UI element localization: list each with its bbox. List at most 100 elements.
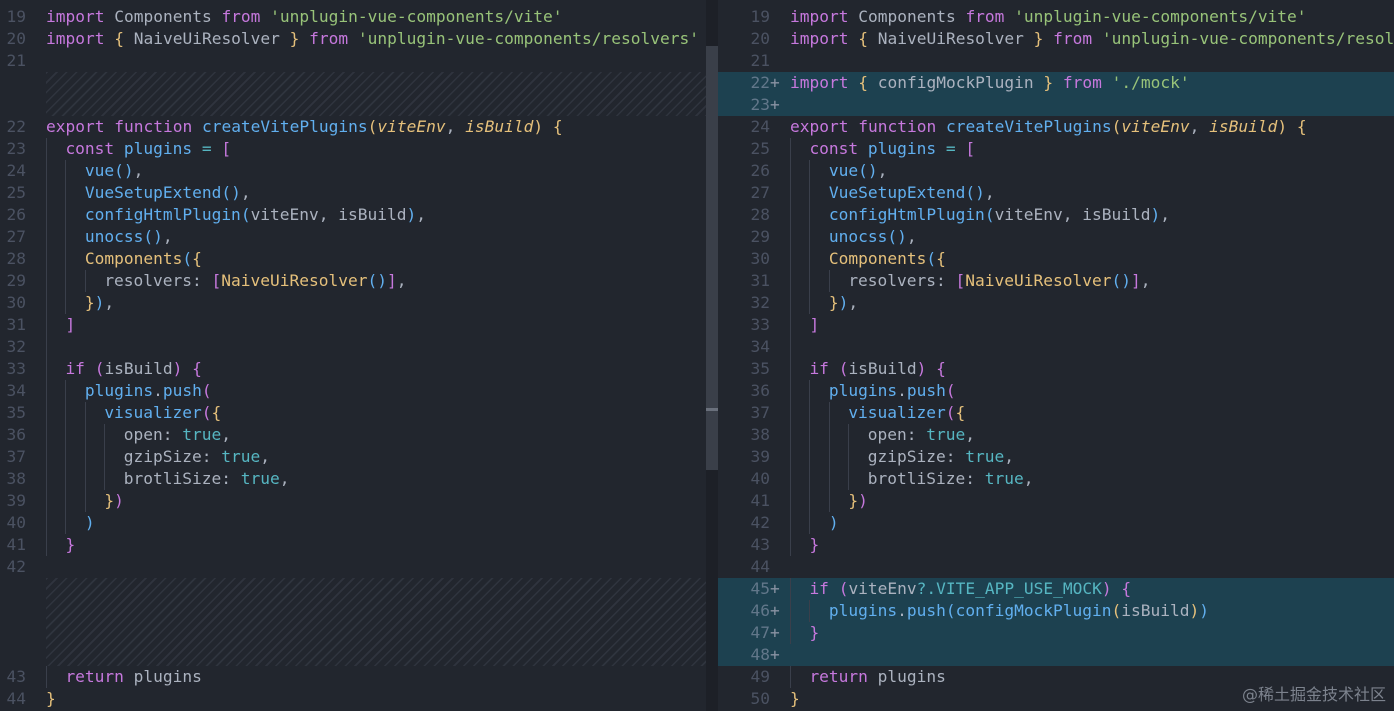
code-text: open: true,: [868, 424, 975, 446]
code-token: export: [46, 117, 105, 136]
code-token: {: [858, 29, 868, 48]
code-line[interactable]: 34 plugins.push(: [0, 380, 706, 402]
code-token: if: [65, 359, 85, 378]
code-line[interactable]: 19 import Components from 'unplugin-vue-c…: [0, 6, 706, 28]
line-number: 50: [750, 689, 771, 708]
code-line[interactable]: 19 import Components from 'unplugin-vue-c…: [718, 6, 1394, 28]
code-text: VueSetupExtend(),: [829, 182, 995, 204]
indent-guide: [46, 534, 47, 556]
indent-guide: [46, 424, 47, 446]
code-line[interactable]: 30}),: [0, 292, 706, 314]
code-line[interactable]: 35 visualizer({: [0, 402, 706, 424]
code-line[interactable]: 20 import { NaiveUiResolver } from 'unplu…: [718, 28, 1394, 50]
line-number: 31: [6, 315, 27, 334]
code-line[interactable]: 40 brotliSize: true,: [718, 468, 1394, 490]
code-token: Components: [84, 249, 183, 268]
code-token: isBuild: [465, 117, 534, 136]
line-number: 39: [6, 491, 27, 510]
code-line[interactable]: 40): [0, 512, 706, 534]
code-line[interactable]: 39}): [0, 490, 706, 512]
code-line[interactable]: 39 gzipSize: true,: [718, 446, 1394, 468]
code-line[interactable]: 26 vue(),: [718, 160, 1394, 182]
code-line[interactable]: 35 if (isBuild) {: [718, 358, 1394, 380]
code-token: ): [1150, 205, 1161, 224]
code-line[interactable]: 21: [718, 50, 1394, 72]
indent-guide: [790, 248, 791, 270]
diff-right-pane[interactable]: 19 import Components from 'unplugin-vue-c…: [718, 0, 1394, 711]
diff-left-pane[interactable]: 19 import Components from 'unplugin-vue-c…: [0, 0, 706, 711]
code-line[interactable]: 32: [0, 336, 706, 358]
code-line[interactable]: 37 gzipSize: true,: [0, 446, 706, 468]
code-line[interactable]: 44: [718, 556, 1394, 578]
code-token: export: [790, 117, 849, 136]
code-token: visualizer: [104, 403, 202, 422]
code-line[interactable]: 33]: [718, 314, 1394, 336]
code-line[interactable]: 28 Components({: [0, 248, 706, 270]
code-line[interactable]: 31]: [0, 314, 706, 336]
code-line[interactable]: 36 open: true,: [0, 424, 706, 446]
code-line[interactable]: 32}),: [718, 292, 1394, 314]
code-token: ): [533, 117, 544, 136]
code-text: }): [848, 490, 868, 512]
code-token: VueSetupExtend: [84, 183, 222, 202]
code-line[interactable]: 41}: [0, 534, 706, 556]
code-token: .: [897, 381, 907, 400]
line-number: 39: [750, 447, 771, 466]
indent-guide: [790, 490, 791, 512]
code-line[interactable]: 24 vue(),: [0, 160, 706, 182]
indent-guide: [790, 204, 791, 226]
code-line[interactable]: 43 return plugins: [0, 666, 706, 688]
code-token: ,: [104, 293, 115, 312]
code-line[interactable]: 42): [718, 512, 1394, 534]
code-line[interactable]: 36 plugins.push(: [718, 380, 1394, 402]
code-line[interactable]: 31 resolvers: [NaiveUiResolver()],: [718, 270, 1394, 292]
code-line[interactable]: 42: [0, 556, 706, 578]
code-line[interactable]: 43}: [718, 534, 1394, 556]
code-line-added[interactable]: 23 +: [718, 94, 1394, 116]
code-line-added[interactable]: 46 + plugins.push(configMockPlugin(isBuild…: [718, 600, 1394, 622]
code-line[interactable]: 38 open: true,: [718, 424, 1394, 446]
code-token: from: [1053, 29, 1093, 48]
code-text: unocss(),: [829, 226, 917, 248]
code-token: }: [65, 535, 76, 554]
code-token: NaiveUiResolver: [123, 29, 290, 48]
code-text: }: [46, 688, 56, 710]
code-token: return: [65, 667, 124, 686]
code-line[interactable]: 34: [718, 336, 1394, 358]
watermark: @稀土掘金技术社区: [1241, 685, 1386, 704]
code-line[interactable]: 27 VueSetupExtend(),: [718, 182, 1394, 204]
code-line[interactable]: 30 Components({: [718, 248, 1394, 270]
code-line[interactable]: 25 VueSetupExtend(),: [0, 182, 706, 204]
code-text: if (isBuild) {: [65, 358, 201, 380]
code-line[interactable]: 41}): [718, 490, 1394, 512]
code-text: ]: [65, 314, 75, 336]
code-line[interactable]: 21: [0, 50, 706, 72]
code-line[interactable]: 38 brotliSize: true,: [0, 468, 706, 490]
indent-guide: [809, 226, 811, 248]
code-line[interactable]: 23 const plugins = [: [0, 138, 706, 160]
code-line[interactable]: 20 import { NaiveUiResolver } from 'unplu…: [0, 28, 706, 50]
scrollbar-thumb[interactable]: [706, 46, 718, 470]
code-token: ): [1101, 579, 1112, 598]
code-line[interactable]: 28 configHtmlPlugin(viteEnv, isBuild),: [718, 204, 1394, 226]
code-line[interactable]: 24 export function createVitePlugins(vite…: [718, 116, 1394, 138]
code-line[interactable]: 27 unocss(),: [0, 226, 706, 248]
code-line-added[interactable]: 45 + if (viteEnv?.VITE_APP_USE_MOCK) {: [718, 578, 1394, 600]
code-line-added[interactable]: 22 + import { configMockPlugin } from './m…: [718, 72, 1394, 94]
code-line[interactable]: 26 configHtmlPlugin(viteEnv, isBuild),: [0, 204, 706, 226]
code-line[interactable]: 25 const plugins = [: [718, 138, 1394, 160]
code-line[interactable]: 33 if (isBuild) {: [0, 358, 706, 380]
line-number: 24: [6, 161, 27, 180]
code-line[interactable]: 29 unocss(),: [718, 226, 1394, 248]
code-line-added[interactable]: 48 +: [718, 644, 1394, 666]
line-number: 27: [6, 227, 27, 246]
code-line[interactable]: 29 resolvers: [NaiveUiResolver()],: [0, 270, 706, 292]
code-token: ,: [279, 469, 290, 488]
code-line[interactable]: 37 visualizer({: [718, 402, 1394, 424]
code-line-added[interactable]: 47 +}: [718, 622, 1394, 644]
code-text: }: [790, 688, 800, 710]
code-line[interactable]: 44}: [0, 688, 706, 710]
code-line[interactable]: 22 export function createVitePlugins(vite…: [0, 116, 706, 138]
